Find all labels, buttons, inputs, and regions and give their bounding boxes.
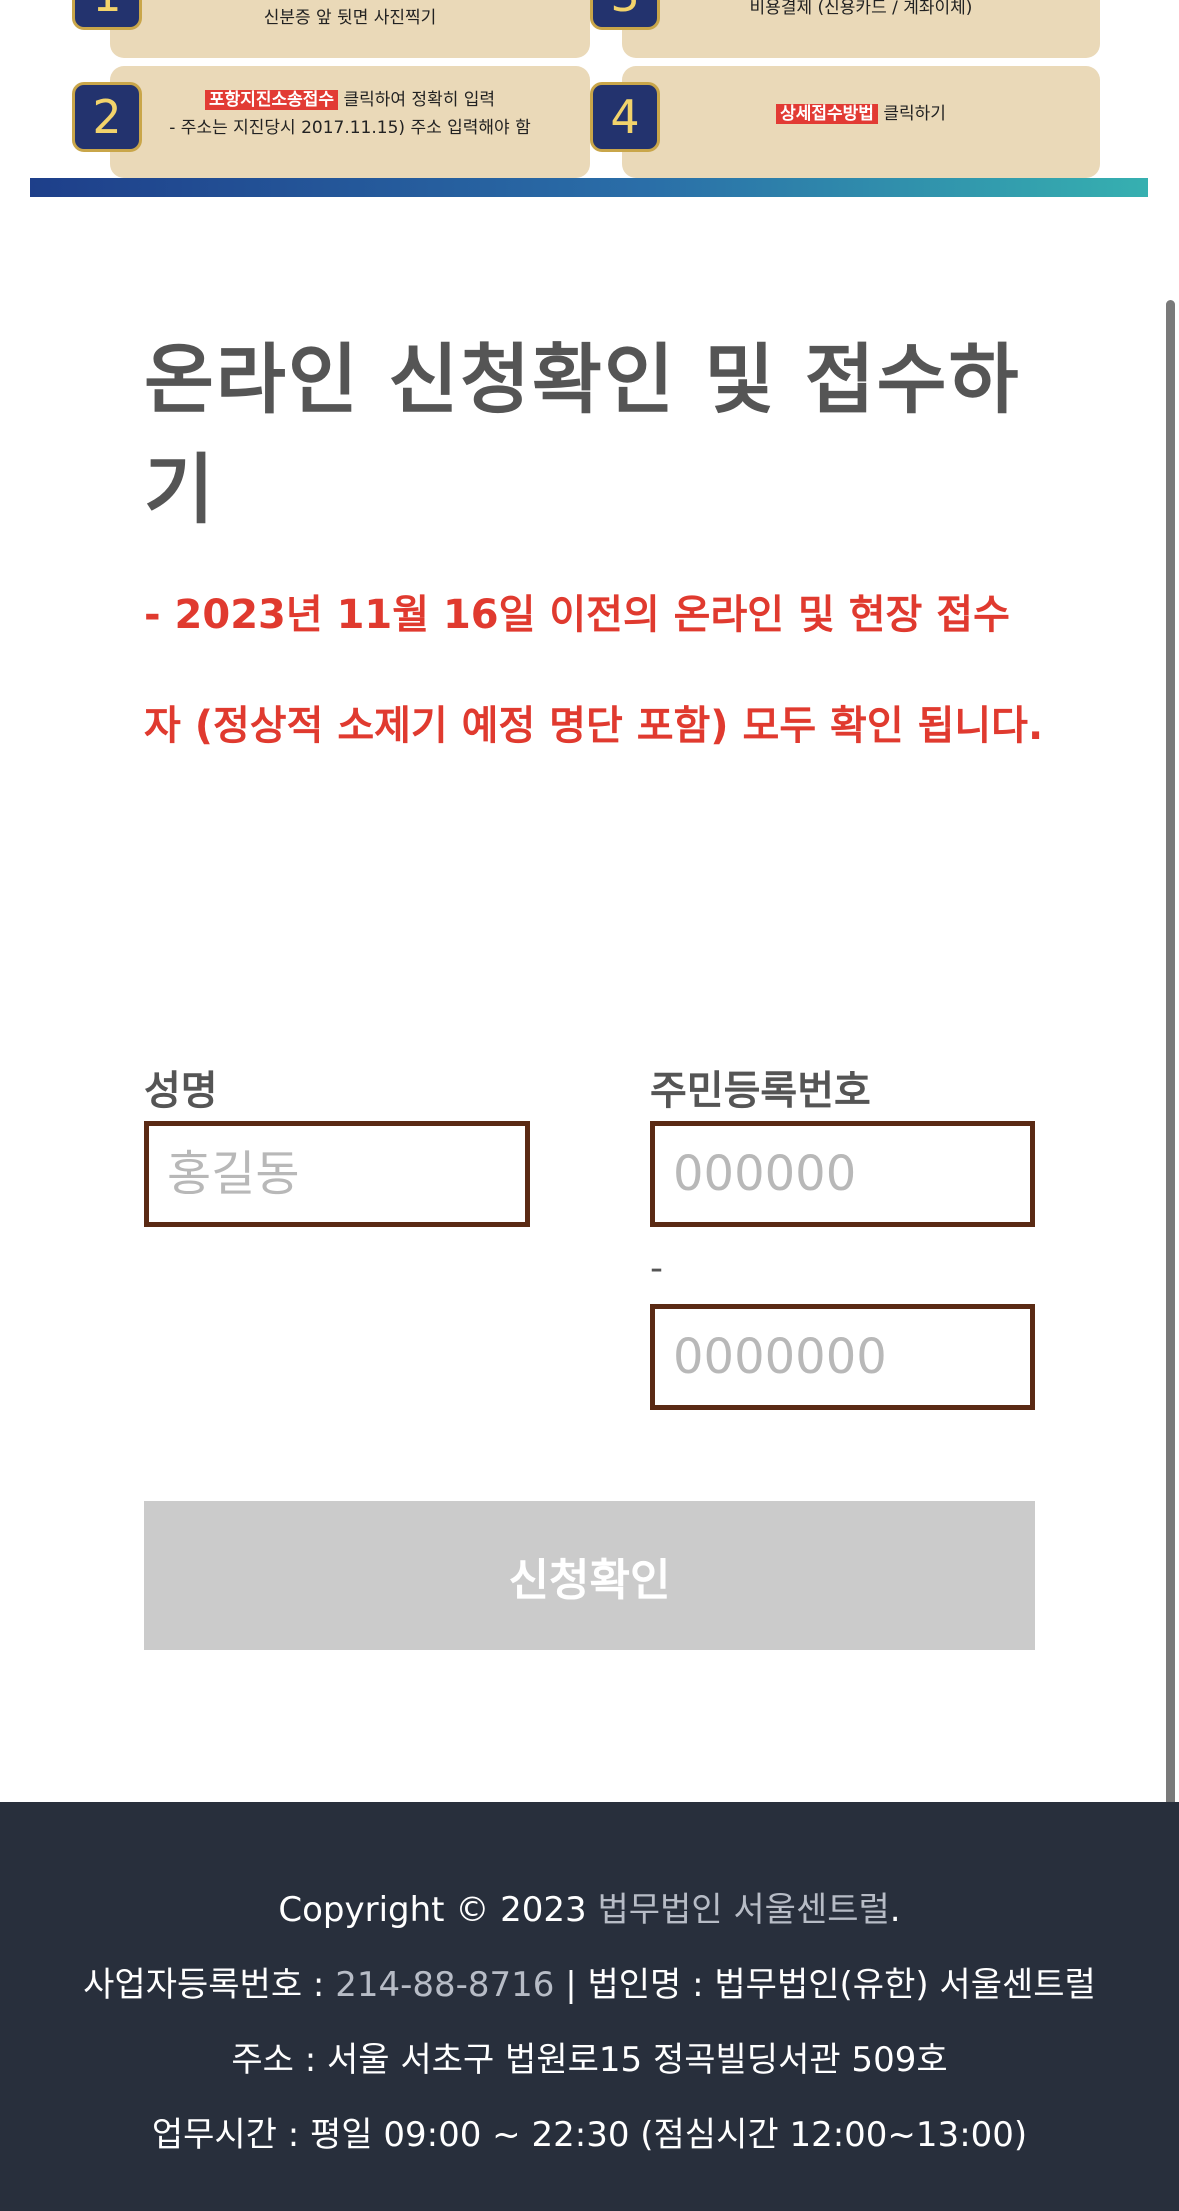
step-3-text: 비용결제 (신용카드 / 계좌이체) — [749, 0, 973, 18]
step-4-text-label: 클릭하기 — [877, 104, 946, 124]
step-3-number: 3 — [590, 0, 660, 30]
step-2-tag[interactable]: 포항지진소송접수 — [204, 90, 339, 110]
step-4-text: 상세접수방법 클릭하기 — [622, 102, 1100, 126]
footer-business-info: 사업자등록번호 : 214-88-8716 | 법인명 : 법무법인(유한) 서… — [0, 1957, 1179, 2006]
step-2-line1: 포항지진소송접수 클릭하여 정확히 입력 — [110, 88, 590, 112]
footer: Copyright © 2023 법무법인 서울센트럴. 사업자등록번호 : 2… — [0, 1802, 1179, 2211]
copyright-suffix: . — [889, 1890, 901, 1930]
rrn-separator: - — [650, 1248, 663, 1289]
copyright-prefix: Copyright © 2023 — [278, 1890, 598, 1930]
biz-suffix: | 법인명 : 법무법인(유한) 서울센트럴 — [554, 1965, 1096, 2005]
rrn-front-input[interactable] — [650, 1121, 1035, 1227]
step-3-card: 비용결제 (신용카드 / 계좌이체) — [622, 0, 1100, 58]
step-1-line2: 신분증 앞 뒷면 사진찍기 — [263, 8, 437, 28]
name-input[interactable] — [144, 1121, 530, 1227]
step-4-number: 4 — [590, 82, 660, 152]
step-2-line1-text: 클릭하여 정확히 입력 — [338, 90, 496, 110]
step-4-tag[interactable]: 상세접수방법 — [776, 104, 878, 124]
step-4-card: 상세접수방법 클릭하기 — [622, 66, 1100, 178]
rrn-label: 주민등록번호 — [650, 1068, 871, 1114]
notice-text: - 2023년 11월 16일 이전의 온라인 및 현장 접수자 (정상적 소제… — [144, 592, 1044, 749]
step-1-card: 신분증 앞 뒷면 사진찍기 — [110, 0, 590, 58]
biz-number-link[interactable]: 214-88-8716 — [335, 1965, 554, 2005]
name-label: 성명 — [144, 1068, 218, 1114]
step-1-number: 1 — [72, 0, 142, 30]
company-link[interactable]: 법무법인 서울센트럴 — [597, 1890, 889, 1930]
rrn-back-input[interactable] — [650, 1304, 1035, 1410]
biz-prefix: 사업자등록번호 : — [83, 1965, 336, 2005]
footer-copyright: Copyright © 2023 법무법인 서울센트럴. — [0, 1882, 1179, 1931]
footer-address: 주소 : 서울 서초구 법원로15 정곡빌딩서관 509호 — [231, 2040, 948, 2080]
scrollbar[interactable] — [1166, 300, 1175, 1920]
submit-button[interactable]: 신청확인 — [144, 1501, 1035, 1650]
footer-hours: 업무시간 : 평일 09:00 ~ 22:30 (점심시간 12:00~13:0… — [151, 2115, 1028, 2155]
step-2-number: 2 — [72, 82, 142, 152]
banner-bottom-bar — [30, 178, 1148, 197]
step-2-card: 포항지진소송접수 클릭하여 정확히 입력 - 주소는 지진당시 2017.11.… — [110, 66, 590, 178]
page-title: 온라인 신청확인 및 접수하기 — [144, 335, 1021, 534]
step-2-line2: - 주소는 지진당시 2017.11.15) 주소 입력해야 함 — [169, 118, 531, 138]
instructions-banner: 신분증 앞 뒷면 사진찍기 1 비용결제 (신용카드 / 계좌이체) 3 포항지… — [30, 0, 1148, 197]
